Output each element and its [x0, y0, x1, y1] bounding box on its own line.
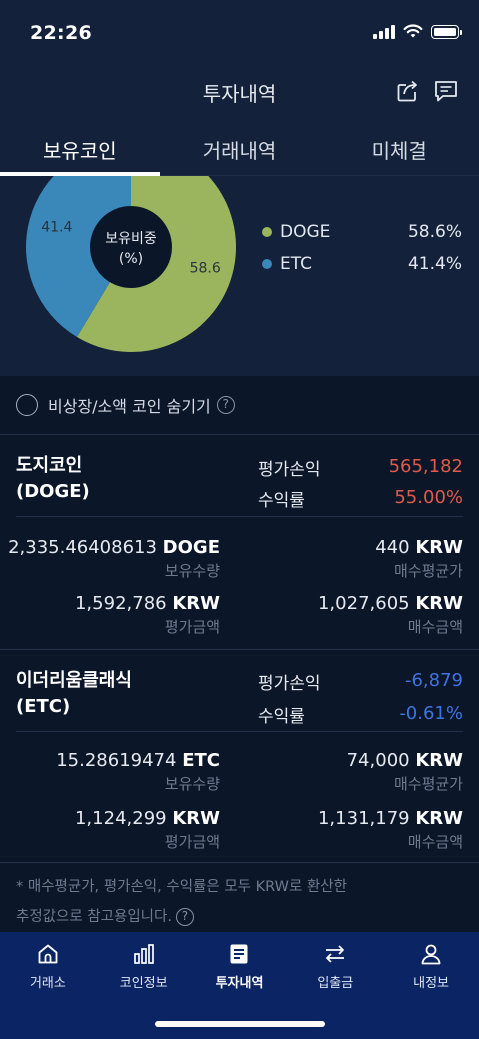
signal-icon	[373, 24, 395, 39]
bottom-nav: 거래소 코인정보 투자내역 입출금 내정보	[0, 932, 479, 1039]
avg-price-cell: 74,000 KRW 매수평균가	[346, 750, 463, 793]
disclaimer-note: * 매수평균가, 평가손익, 수익률은 모두 KRW로 환산한 추정값으로 참고…	[16, 879, 347, 926]
radio-button[interactable]	[16, 394, 38, 416]
donut-slice-label: 58.6	[190, 261, 221, 277]
legend-name: DOGE	[280, 222, 331, 242]
donut-center-unit: (%)	[119, 251, 143, 267]
divider	[0, 649, 479, 650]
legend-item: ETC 41.4%	[262, 248, 462, 280]
quantity-cell: 2,335.46408613 DOGE 보유수량	[8, 537, 220, 580]
hide-small-coins-label: 비상장/소액 코인 숨기기	[48, 397, 211, 416]
header: 투자내역	[0, 62, 479, 122]
eval-amount-cell: 1,124,299 KRW 평가금액	[74, 808, 220, 851]
divider	[16, 731, 463, 732]
pl-value: 565,182	[388, 456, 463, 477]
pl-label: 평가손익	[258, 460, 321, 480]
tab-holdings[interactable]: 보유코인	[0, 122, 160, 176]
quantity-cell: 15.28619474 ETC 보유수량	[56, 750, 220, 793]
legend-dot-doge	[262, 227, 272, 237]
legend-name: ETC	[280, 254, 312, 274]
status-time: 22:26	[30, 22, 92, 44]
hide-small-coins-toggle[interactable]: 비상장/소액 코인 숨기기 ?	[16, 390, 235, 420]
donut-center-label: 보유비중	[105, 231, 157, 247]
status-bar: 22:26	[0, 0, 479, 62]
chart-legend: DOGE 58.6% ETC 41.4%	[262, 216, 462, 280]
legend-item: DOGE 58.6%	[262, 216, 462, 248]
nav-my-info[interactable]: 내정보	[383, 942, 479, 996]
nav-deposit-withdraw[interactable]: 입출금	[287, 942, 383, 996]
legend-value: 41.4%	[407, 254, 462, 274]
return-label: 수익률	[258, 491, 305, 511]
pl-label: 평가손익	[258, 674, 321, 694]
nav-exchange[interactable]: 거래소	[0, 942, 96, 996]
chat-icon[interactable]	[433, 78, 459, 104]
help-icon[interactable]: ?	[216, 396, 235, 414]
portfolio-donut-chart: 보유비중 (%) 58.6 41.4	[26, 176, 236, 352]
tab-trade-history[interactable]: 거래내역	[160, 122, 320, 175]
coin-name: 이더리움클래식 (ETC)	[16, 670, 132, 717]
divider	[16, 516, 463, 517]
tab-unfilled[interactable]: 미체결	[319, 122, 479, 175]
legend-value: 58.6%	[407, 222, 462, 242]
user-icon	[421, 944, 441, 965]
divider	[0, 862, 479, 863]
return-label: 수익률	[258, 707, 305, 727]
document-icon	[230, 944, 248, 964]
share-icon[interactable]	[395, 78, 421, 104]
wifi-icon	[403, 24, 423, 38]
status-icons	[373, 24, 462, 39]
help-icon[interactable]: ?	[175, 908, 194, 926]
eval-amount-cell: 1,592,786 KRW 평가금액	[74, 593, 220, 636]
buy-amount-cell: 1,027,605 KRW 매수금액	[317, 593, 463, 636]
donut-slice-label: 41.4	[41, 219, 72, 235]
nav-coin-info[interactable]: 코인정보	[96, 942, 192, 996]
avg-price-cell: 440 KRW 매수평균가	[375, 537, 463, 580]
nav-investments[interactable]: 투자내역	[192, 942, 288, 996]
battery-icon	[431, 24, 462, 39]
home-icon	[38, 944, 58, 964]
coin-name: 도지코인 (DOGE)	[16, 455, 90, 502]
transfer-icon	[326, 945, 345, 963]
tab-bar: 보유코인 거래내역 미체결	[0, 122, 479, 176]
donut-hole	[90, 206, 172, 288]
bar-chart-icon	[133, 944, 154, 964]
legend-dot-etc	[262, 259, 272, 269]
buy-amount-cell: 1,131,179 KRW 매수금액	[317, 808, 463, 851]
return-value: 55.00%	[394, 487, 463, 508]
divider	[0, 434, 479, 435]
home-indicator	[155, 1021, 325, 1027]
return-value: -0.61%	[399, 703, 463, 724]
pl-value: -6,879	[404, 670, 463, 691]
portfolio-chart-panel: 보유비중 (%) 58.6 41.4 DOGE 58.6% ETC 41.4%	[0, 176, 479, 376]
